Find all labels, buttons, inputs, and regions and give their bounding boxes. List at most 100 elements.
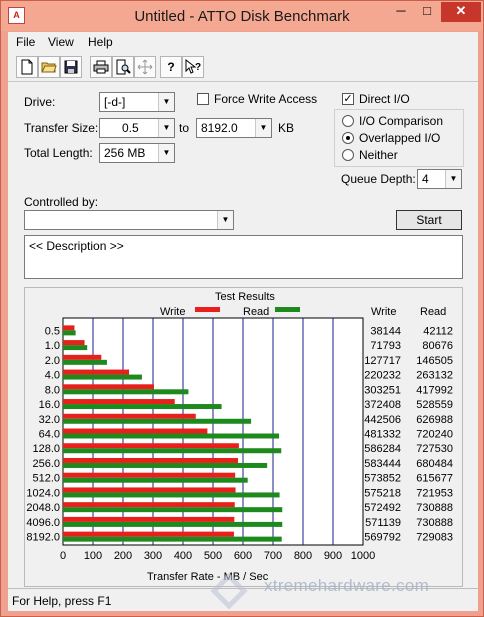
write-value: 572492 [364, 502, 401, 514]
overlapped-io-radio[interactable] [342, 132, 354, 144]
start-button[interactable]: Start [396, 210, 462, 230]
drive-label: Drive: [24, 95, 56, 109]
x-tick-label: 0 [60, 550, 66, 562]
app-window: A Untitled - ATTO Disk Benchmark ─ □ ✕ F… [0, 0, 484, 617]
write-value: 573852 [364, 473, 401, 485]
write-bar [63, 354, 102, 360]
open-folder-icon[interactable] [38, 56, 60, 78]
read-value: 80676 [422, 340, 453, 352]
write-bar [63, 457, 239, 463]
results-title: Test Results [215, 291, 275, 303]
force-write-checkbox[interactable] [197, 93, 209, 105]
y-tick-label: 32.0 [39, 414, 60, 426]
menu-file[interactable]: File [16, 35, 35, 49]
write-bar [63, 399, 175, 405]
maximize-button[interactable]: □ [414, 2, 440, 22]
y-tick-label: 0.5 [45, 325, 60, 337]
chevron-down-icon[interactable]: ▼ [217, 211, 233, 229]
main-panel: Drive: [-d-] ▼ Force Write Access ✓ Dire… [8, 82, 478, 588]
read-value: 730888 [416, 517, 453, 529]
neither-radio[interactable] [342, 149, 354, 161]
chevron-down-icon[interactable]: ▼ [445, 170, 461, 188]
drive-select[interactable]: [-d-] ▼ [99, 92, 175, 112]
x-tick-label: 200 [114, 550, 132, 562]
write-bar [63, 428, 208, 434]
read-bar [63, 507, 283, 513]
queue-depth-select[interactable]: 4 ▼ [417, 169, 462, 189]
read-value: 417992 [416, 384, 453, 396]
close-button[interactable]: ✕ [441, 2, 481, 22]
x-tick-label: 500 [204, 550, 222, 562]
x-tick-label: 300 [144, 550, 162, 562]
write-column-header: Write [371, 306, 396, 318]
save-icon[interactable] [60, 56, 82, 78]
transfer-from-value: 0.5 [122, 121, 139, 135]
print-preview-icon[interactable] [112, 56, 134, 78]
menu-view[interactable]: View [48, 35, 74, 49]
chevron-down-icon[interactable]: ▼ [158, 93, 174, 111]
io-comparison-radio[interactable] [342, 115, 354, 127]
x-tick-label: 1000 [351, 550, 375, 562]
chevron-down-icon[interactable]: ▼ [255, 119, 271, 137]
move-icon[interactable] [134, 56, 156, 78]
watermark-logo [210, 572, 248, 610]
results-chart: Test Results Write Read Write Read 0 100 2… [26, 291, 453, 583]
y-tick-label: 2048.0 [26, 502, 60, 514]
transfer-to-select[interactable]: 8192.0 ▼ [196, 118, 272, 138]
direct-io-label: Direct I/O [359, 92, 410, 106]
write-legend-label: Write [160, 306, 185, 318]
write-value: 569792 [364, 532, 401, 544]
write-value: 575218 [364, 487, 401, 499]
read-value: 730888 [416, 502, 453, 514]
x-tick-label: 600 [234, 550, 252, 562]
read-value: 263132 [416, 370, 453, 382]
minimize-button[interactable]: ─ [388, 2, 414, 22]
x-tick-label: 100 [84, 550, 102, 562]
title-bar[interactable]: A Untitled - ATTO Disk Benchmark ─ □ ✕ [1, 1, 483, 31]
write-bar [63, 487, 236, 493]
new-document-icon[interactable] [16, 56, 38, 78]
neither-label: Neither [359, 148, 398, 162]
description-field[interactable]: << Description >> [24, 235, 463, 279]
read-bar [63, 359, 107, 365]
write-bar [63, 413, 196, 419]
total-length-select[interactable]: 256 MB ▼ [99, 143, 175, 163]
help-icon[interactable]: ? [160, 56, 182, 78]
direct-io-checkbox[interactable]: ✓ [342, 93, 354, 105]
transfer-from-select[interactable]: 0.5 ▼ [99, 118, 175, 138]
chevron-down-icon[interactable]: ▼ [158, 119, 174, 137]
x-tick-label: 800 [294, 550, 312, 562]
y-tick-label: 4.0 [45, 370, 60, 382]
io-comparison-label: I/O Comparison [359, 114, 444, 128]
write-value: 127717 [364, 355, 401, 367]
svg-text:?: ? [195, 62, 201, 73]
read-bar [63, 345, 88, 351]
read-bar [63, 536, 282, 542]
status-text: For Help, press F1 [12, 594, 112, 608]
chevron-down-icon[interactable]: ▼ [158, 144, 174, 162]
plot-area: 0 100 200 300 400 500 600 700 800 900 1000 0.5 38144… [26, 317, 453, 562]
read-value: 626988 [416, 414, 453, 426]
write-value: 71793 [370, 340, 401, 352]
drive-value: [-d-] [104, 95, 126, 109]
menu-help[interactable]: Help [88, 35, 113, 49]
print-icon[interactable] [90, 56, 112, 78]
read-bar [63, 462, 268, 468]
write-bar [63, 472, 236, 478]
read-value: 721953 [416, 487, 453, 499]
kb-label: KB [278, 121, 295, 135]
read-value: 720240 [416, 429, 453, 441]
to-label: to [179, 121, 190, 135]
context-help-icon[interactable]: ? [182, 56, 204, 78]
read-bar [63, 433, 280, 439]
y-tick-label: 256.0 [32, 458, 60, 470]
read-value: 680484 [416, 458, 453, 470]
write-value: 442506 [364, 414, 401, 426]
controlled-by-select[interactable]: ▼ [24, 210, 234, 230]
total-length-label: Total Length: [24, 146, 93, 160]
write-value: 220232 [364, 370, 401, 382]
write-bar [63, 384, 154, 390]
read-value: 729083 [416, 532, 453, 544]
read-bar [63, 374, 142, 380]
y-tick-label: 8.0 [45, 384, 60, 396]
